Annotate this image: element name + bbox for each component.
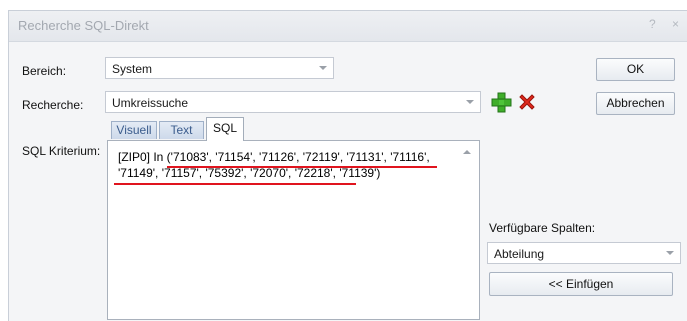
- available-columns-select[interactable]: Abteilung: [487, 242, 681, 264]
- available-columns-value: Abteilung: [494, 247, 545, 261]
- tab-sql[interactable]: SQL: [206, 117, 244, 141]
- chevron-down-icon: [666, 251, 674, 255]
- einfuegen-button[interactable]: << Einfügen: [489, 272, 673, 296]
- available-columns-label: Verfügbare Spalten:: [489, 221, 596, 235]
